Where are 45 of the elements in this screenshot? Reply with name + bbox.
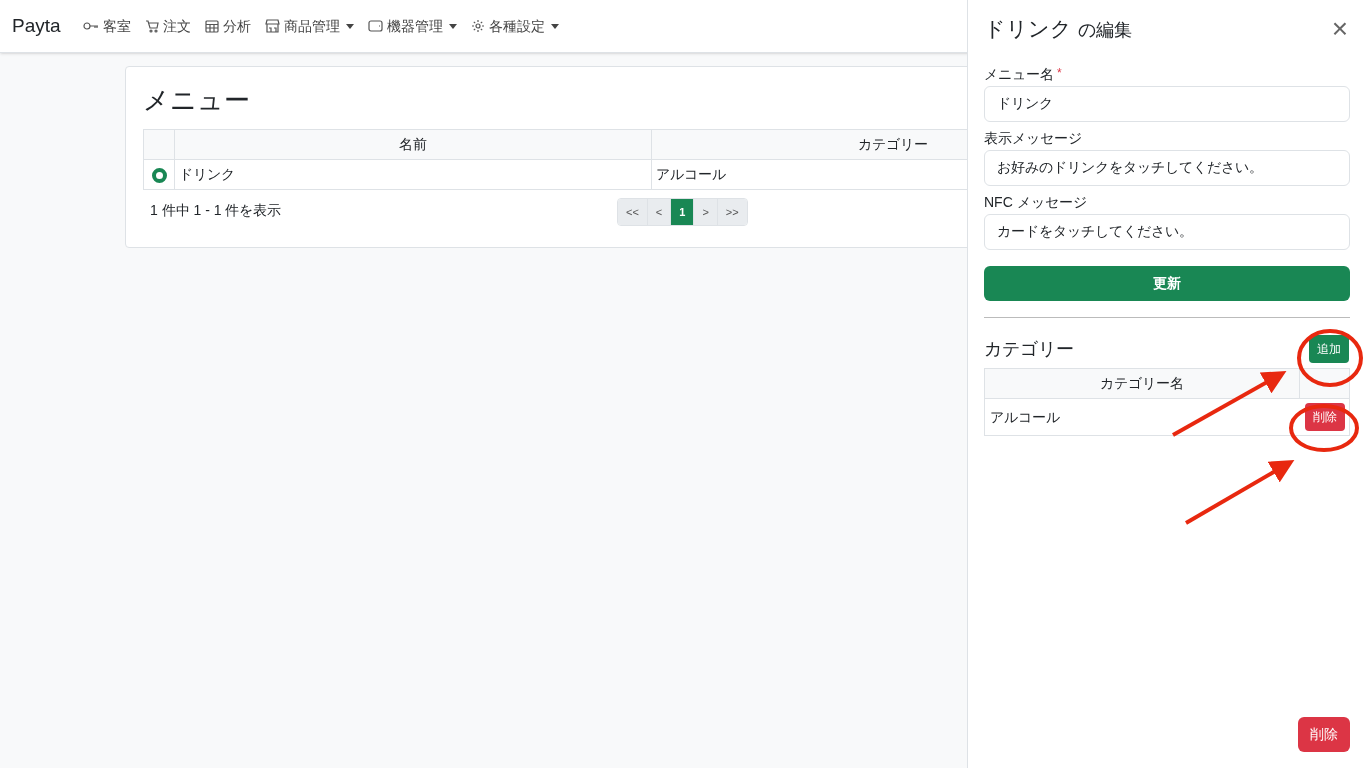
cart-icon [144,19,159,33]
required-asterisk: * [1057,65,1062,82]
field-label: NFC メッセージ [984,193,1087,212]
nav-link[interactable]: 商品管理 [264,15,354,37]
caret-icon [550,23,559,29]
section-title: カテゴリー [984,337,1074,361]
annotation-circle [1289,404,1359,452]
page-button[interactable]: > [693,199,717,225]
brand-logo[interactable]: Payta [12,11,61,41]
table-icon [204,19,219,33]
result-summary: 1 件中 1 - 1 件を表示 [150,201,282,220]
page-button[interactable]: < [646,199,671,225]
shop-icon [264,19,280,33]
page-button[interactable]: << [618,199,647,225]
nav-link[interactable]: 分析 [204,15,251,37]
field-label: 表示メッセージ [984,129,1082,148]
input-field[interactable]: ドリンク [984,86,1350,122]
panel-title: ドリンク [984,16,1072,43]
column-header: カテゴリー名 [984,368,1300,399]
wallet-icon [367,20,383,32]
nav-link[interactable]: 客室 [82,15,131,37]
caret-icon [448,23,457,29]
settings-icon [470,19,485,33]
input-field[interactable]: お好みのドリンクをタッチしてください。 [984,150,1350,186]
caret-icon [345,23,354,29]
field-label: メニュー名 [984,65,1054,84]
page-button[interactable]: >> [716,199,747,225]
table-cell: ドリンク [174,159,652,190]
page-button[interactable]: 1 [670,199,694,225]
update-button[interactable]: 更新 [984,266,1350,301]
annotation-circle [1297,329,1363,387]
table-cell: アルコール [984,398,1300,436]
add-button[interactable]: 追加 [1309,335,1349,363]
column-header: 名前 [174,129,652,160]
nav-link[interactable]: 注文 [144,15,191,37]
input-field[interactable]: カードをタッチしてください。 [984,214,1350,250]
delete-button[interactable]: 削除 [1298,717,1350,752]
close-button[interactable]: × [1331,15,1348,43]
column-header: カテゴリー [651,129,967,160]
nav-link[interactable]: 機器管理 [367,15,457,37]
key-icon [82,21,99,31]
nav-link[interactable]: 各種設定 [470,15,559,37]
card-title: メニュー [143,84,251,117]
radio-button[interactable] [151,167,167,183]
panel-title-suffix: の編集 [1078,19,1132,43]
